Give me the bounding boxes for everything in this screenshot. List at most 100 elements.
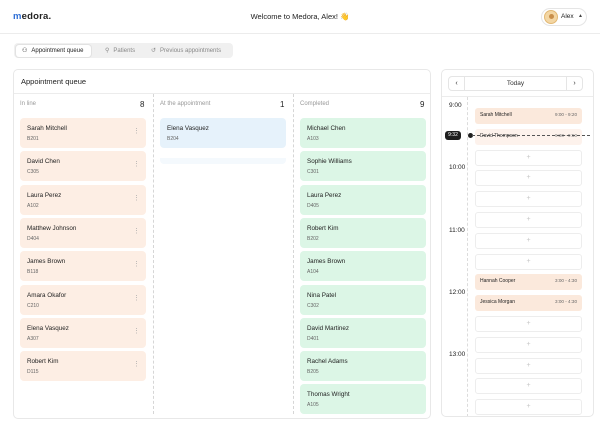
column-count: 8 [140,100,145,109]
patient-card[interactable]: Thomas Wright A105 [300,384,426,415]
chevron-right-icon[interactable]: › [566,77,582,90]
patient-code: B118 [27,269,39,276]
patient-card[interactable]: Michael Chen A103 [300,118,426,148]
patient-name: Thomas Wright [307,391,350,399]
hour-label: 12:00 [449,289,466,296]
patient-card[interactable]: Laura Perez D405 [300,184,426,215]
patient-name: James Brown [307,258,346,266]
tab-previous-appointments[interactable]: ↺ Previous appointments [145,45,233,57]
patient-name: Elena Vasquez [27,324,69,332]
top-bar: medora. Welcome to Medora, Alex! 👋 Alex … [0,0,600,34]
patient-code: B202 [307,235,319,242]
more-options-icon[interactable]: ⋮ [133,328,140,335]
patient-name: Laura Perez [27,191,62,199]
add-slot-button[interactable]: + [475,316,582,332]
add-slot-button[interactable]: + [475,149,582,166]
patient-name: Rachel Adams [307,358,348,366]
add-slot-button[interactable]: + [475,357,582,374]
appointment-name: Sarah Mitchell [480,112,512,118]
more-options-icon[interactable]: ⋮ [133,228,140,235]
patient-name: Robert Kim [27,358,59,366]
day-calendar-panel: ‹ Today › 9:00 10:00 11:00 12:00 13:00 Sarah … [441,69,594,417]
patient-name: Elena Vasquez [167,125,209,132]
patient-card[interactable]: David Martinez D401 [300,317,426,348]
drop-zone [160,158,286,164]
today-button[interactable]: Today [465,80,566,87]
column-count: 1 [280,100,285,109]
divider [442,96,593,97]
patient-name: Laura Perez [307,191,342,199]
user-menu-button[interactable]: Alex ▲ [541,8,587,26]
patient-code: D405 [307,202,319,209]
patient-card[interactable]: James Brown A104 [300,251,426,282]
patient-card[interactable]: David Chen C305 ⋮ [20,151,146,182]
patient-card[interactable]: Robert Kim B202 [300,217,426,248]
caret-up-icon: ▲ [578,13,583,19]
patient-code: D115 [27,369,39,376]
column-label: Completed [300,101,330,107]
hour-label: 9:00 [449,102,462,109]
patient-card[interactable]: Sarah Mitchell B201 ⋮ [20,118,146,148]
add-slot-button[interactable]: + [475,170,582,187]
more-options-icon[interactable]: ⋮ [133,361,140,368]
add-slot-button[interactable]: + [475,378,582,395]
more-options-icon[interactable]: ⋮ [133,295,140,302]
tab-patients[interactable]: ⚲ Patients [99,45,147,57]
patient-name: Amara Okafor [27,291,67,299]
appointment-time: 3:00 - 4:30 [555,299,577,305]
more-options-icon[interactable]: ⋮ [133,195,140,202]
patient-code: A104 [307,269,319,276]
patient-card[interactable]: James Brown B118 ⋮ [20,251,146,282]
patient-code: A103 [307,136,319,142]
appointment-slot[interactable]: David Thompson 9:30 - 9:50 [475,128,582,145]
current-time-badge: 9:32 [445,131,461,140]
patient-card[interactable]: Rachel Adams B205 [300,351,426,382]
patient-code: B204 [167,136,179,142]
column-completed: Completed 9 Michael Chen A103 Sophie William… [294,94,430,418]
add-slot-button[interactable]: + [475,336,582,353]
patient-name: Sophie Williams [307,158,352,166]
patient-code: A307 [27,335,39,342]
column-at-appointment: At the appointment 1 Elena Vasquez B204 [154,94,293,418]
patient-card[interactable]: Nina Patel C302 [300,284,426,315]
current-time-line [472,135,590,136]
view-tabs: ⚇ Appointment queue ⚲ Patients ↺ Previou… [14,43,233,58]
patient-card[interactable]: Matthew Johnson D404 ⋮ [20,217,146,248]
appointment-time: 9:00 - 9:20 [555,112,577,117]
add-slot-button[interactable]: + [475,399,582,416]
patient-name: Matthew Johnson [27,224,77,232]
appointment-queue-panel: Appointment queue In line 8 Sarah Mitchell… [13,69,431,419]
avatar [544,10,558,24]
add-slot-button[interactable]: + [475,253,582,270]
patient-card[interactable]: Elena Vasquez A307 ⋮ [20,317,146,348]
patient-name: Michael Chen [307,125,346,132]
appointment-name: Jessica Morgan [480,299,516,306]
more-options-icon[interactable]: ⋮ [133,161,140,168]
appointment-slot[interactable]: Jessica Morgan 3:00 - 4:30 [475,295,582,312]
add-slot-button[interactable]: + [475,191,582,208]
patient-code: D404 [27,235,39,242]
appointment-name: Hannah Cooper [480,278,516,285]
add-slot-button[interactable]: + [475,232,582,249]
date-navigator: ‹ Today › [448,76,583,91]
appointment-time: 3:00 - 4:30 [555,278,577,284]
tab-appointment-queue[interactable]: ⚇ Appointment queue [16,44,91,57]
people-icon: ⚇ [22,48,28,54]
appointment-slot[interactable]: Sarah Mitchell 9:00 - 9:20 [475,108,582,124]
user-name: Alex [561,13,574,20]
chevron-left-icon[interactable]: ‹ [449,77,465,90]
patient-card[interactable]: Elena Vasquez B204 [160,118,286,148]
more-options-icon[interactable]: ⋮ [133,261,140,268]
welcome-message: Welcome to Medora, Alex! 👋 [250,12,350,21]
patient-code: A102 [27,202,39,209]
tab-label: Patients [113,47,136,54]
more-options-icon[interactable]: ⋮ [133,128,140,135]
appointment-slot[interactable]: Hannah Cooper 3:00 - 4:30 [475,274,582,291]
patient-code: C210 [27,302,39,309]
patient-card[interactable]: Laura Perez A102 ⋮ [20,184,146,215]
add-slot-button[interactable]: + [475,212,582,228]
patient-card[interactable]: Amara Okafor C210 ⋮ [20,284,146,315]
patient-card[interactable]: Robert Kim D115 ⋮ [20,351,146,382]
time-axis-line [467,97,468,416]
patient-card[interactable]: Sophie Williams C301 [300,151,426,182]
